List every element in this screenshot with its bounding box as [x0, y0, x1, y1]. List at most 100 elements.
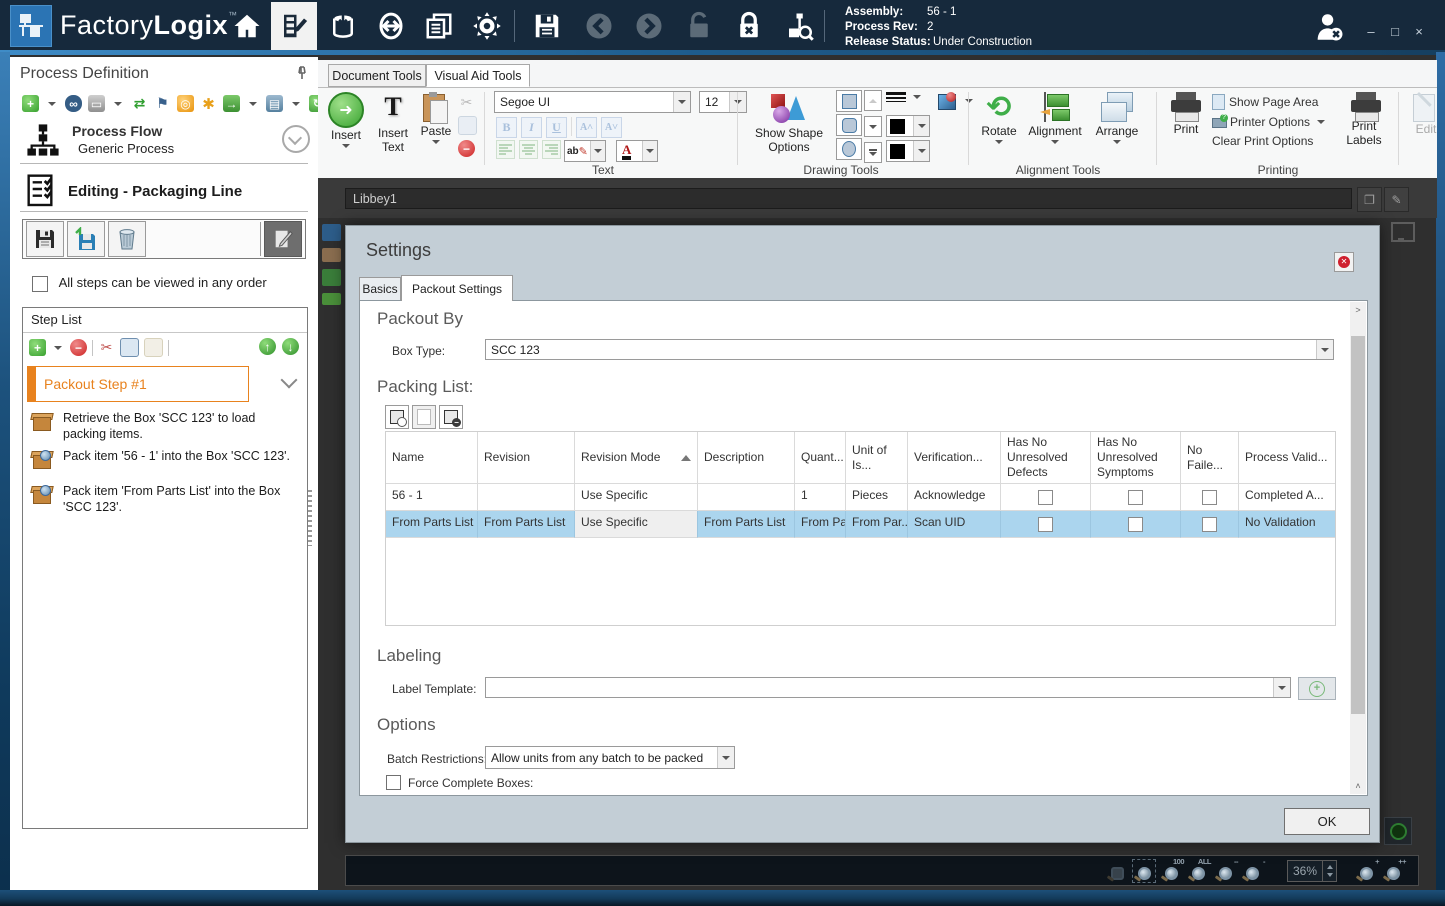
zoom-window-icon[interactable] — [1132, 859, 1156, 883]
align-left-button[interactable] — [496, 140, 515, 159]
font-size-select[interactable]: 12 — [699, 91, 747, 113]
align-right-button[interactable] — [542, 140, 561, 159]
user-logout-icon[interactable] — [1312, 10, 1346, 49]
cell-name[interactable]: From Parts List — [386, 511, 478, 538]
view-order-checkbox[interactable] — [32, 275, 48, 292]
underline-button[interactable]: U — [546, 117, 567, 138]
document-name-field[interactable]: Libbey1 — [345, 188, 1352, 209]
save-process-button[interactable] — [26, 221, 64, 257]
cell-revision[interactable]: From Parts List — [478, 511, 575, 538]
cell-verification[interactable]: Acknowledge — [908, 484, 1001, 511]
line-color-picker[interactable] — [886, 140, 930, 162]
back-button[interactable] — [576, 2, 622, 50]
cell-quantity[interactable]: 1 — [795, 484, 846, 511]
save-button[interactable] — [524, 2, 570, 50]
force-complete-boxes-option[interactable]: Force Complete Boxes: — [386, 775, 533, 790]
cell-no-failed[interactable] — [1181, 484, 1239, 511]
bell-icon[interactable]: ◎ — [177, 95, 194, 112]
symptoms-checkbox[interactable] — [1128, 489, 1143, 505]
insert-button[interactable]: ➜ Insert — [324, 92, 368, 148]
cell-unit[interactable]: Pieces — [846, 484, 908, 511]
delete-button[interactable] — [108, 221, 146, 257]
col-quantity[interactable]: Quant... — [795, 432, 846, 484]
batch-restrictions-select[interactable]: Allow units from any batch to be packed — [485, 746, 735, 769]
collapse-section-icon[interactable] — [282, 125, 310, 153]
cell-quantity[interactable]: From Pa — [795, 511, 846, 538]
add-step-icon[interactable]: + — [29, 339, 46, 356]
lock-close-button[interactable] — [726, 2, 772, 50]
close-button[interactable]: × — [1408, 24, 1430, 39]
symptoms-checkbox[interactable] — [1128, 516, 1143, 532]
align-center-button[interactable] — [519, 140, 538, 159]
spin-down-icon[interactable] — [1326, 873, 1333, 877]
cell-has-no-symptoms[interactable] — [1091, 511, 1181, 538]
print-button[interactable]: Print — [1164, 92, 1208, 136]
spin-up-icon[interactable] — [1326, 865, 1333, 869]
paste-button[interactable]: Paste — [416, 92, 456, 144]
deploy-dropdown-icon[interactable] — [249, 101, 257, 106]
view-order-option[interactable]: All steps can be viewed in any order — [32, 275, 267, 292]
no-failed-checkbox[interactable] — [1202, 489, 1217, 505]
pan-lock-icon[interactable] — [1106, 860, 1128, 882]
table-row[interactable]: 56 - 1 Use Specific 1 Pieces Acknowledge… — [386, 484, 1335, 511]
board-icon[interactable]: ⚑ — [154, 95, 171, 112]
cell-revision-mode[interactable]: Use Specific — [575, 511, 698, 538]
dialog-scrollbar[interactable]: ˃ ˄ — [1350, 302, 1366, 794]
add-icon[interactable]: + — [22, 95, 39, 112]
fill-color-picker[interactable] — [886, 115, 930, 137]
remove-step-icon[interactable]: − — [70, 339, 87, 356]
canvas-grid-tool-icon[interactable] — [322, 269, 341, 286]
col-description[interactable]: Description — [698, 432, 795, 484]
binoculars-icon[interactable]: ∞ — [65, 95, 82, 112]
canvas-pointer-tool-icon[interactable] — [322, 224, 341, 241]
shuffle-icon[interactable]: ⇄ — [131, 95, 148, 112]
sync-button[interactable] — [368, 2, 414, 50]
tab-visual-aid-tools[interactable]: Visual Aid Tools — [426, 64, 530, 87]
print-labels-button[interactable]: Print Labels — [1340, 92, 1388, 148]
printer-options-button[interactable]: ? Printer Options — [1212, 114, 1328, 129]
canvas-list-tool-icon[interactable] — [322, 293, 341, 305]
shape-rounded-button[interactable] — [836, 114, 862, 136]
cell-process-validation[interactable]: Completed A... — [1239, 484, 1335, 511]
col-has-no-symptoms[interactable]: Has No Unresolved Symptoms — [1091, 432, 1181, 484]
grow-font-button[interactable]: A˄ — [576, 117, 597, 138]
force-complete-checkbox[interactable] — [386, 775, 401, 790]
cell-revision[interactable] — [478, 484, 575, 511]
font-family-select[interactable]: Segoe UI — [494, 91, 691, 113]
trash-dropdown-icon[interactable] — [292, 101, 300, 106]
image-picker[interactable] — [938, 92, 976, 110]
gear-icon[interactable]: ✱ — [200, 95, 217, 113]
deploy-icon[interactable]: → — [223, 95, 240, 112]
defects-checkbox[interactable] — [1038, 516, 1053, 532]
gallery-down-icon[interactable] — [864, 116, 882, 137]
add-part-search-icon[interactable] — [385, 405, 409, 429]
gallery-more-icon[interactable] — [864, 142, 882, 163]
box-type-select[interactable]: SCC 123 — [485, 339, 1334, 360]
col-unit[interactable]: Unit of Is... — [846, 432, 908, 484]
add-label-template-button[interactable]: + — [1298, 677, 1336, 700]
add-step-dropdown-icon[interactable] — [54, 345, 62, 350]
zoom-out-icon[interactable]: - — [1241, 857, 1266, 882]
fit-screen-icon[interactable] — [1391, 222, 1415, 242]
panel-splitter-handle[interactable] — [308, 490, 312, 546]
print-icon[interactable]: ▭ — [88, 95, 105, 112]
zoom-in-icon[interactable]: + — [1355, 857, 1379, 882]
tab-document-tools[interactable]: Document Tools — [328, 64, 426, 87]
tab-basics[interactable]: Basics — [359, 277, 401, 301]
scroll-up-icon[interactable]: ˃ — [1350, 302, 1366, 318]
zoom-level-spinner[interactable]: 36% — [1287, 860, 1337, 882]
shape-ellipse-button[interactable] — [836, 138, 862, 160]
highlight-color-picker[interactable]: ab ✎ — [564, 140, 606, 162]
scrollbar-thumb[interactable] — [1351, 336, 1365, 714]
cell-verification[interactable]: Scan UID — [908, 511, 1001, 538]
alignment-button[interactable]: Alignment — [1024, 92, 1086, 144]
print-dropdown-icon[interactable] — [114, 101, 122, 106]
pin-icon[interactable] — [294, 65, 310, 86]
cell-unit[interactable]: From Par... — [846, 511, 908, 538]
cell-description[interactable] — [698, 484, 795, 511]
process-editor-button[interactable] — [271, 2, 317, 50]
cell-has-no-symptoms[interactable] — [1091, 484, 1181, 511]
cell-process-validation[interactable]: No Validation — [1239, 511, 1335, 538]
cell-description[interactable]: From Parts List — [698, 511, 795, 538]
documents-button[interactable] — [416, 2, 462, 50]
